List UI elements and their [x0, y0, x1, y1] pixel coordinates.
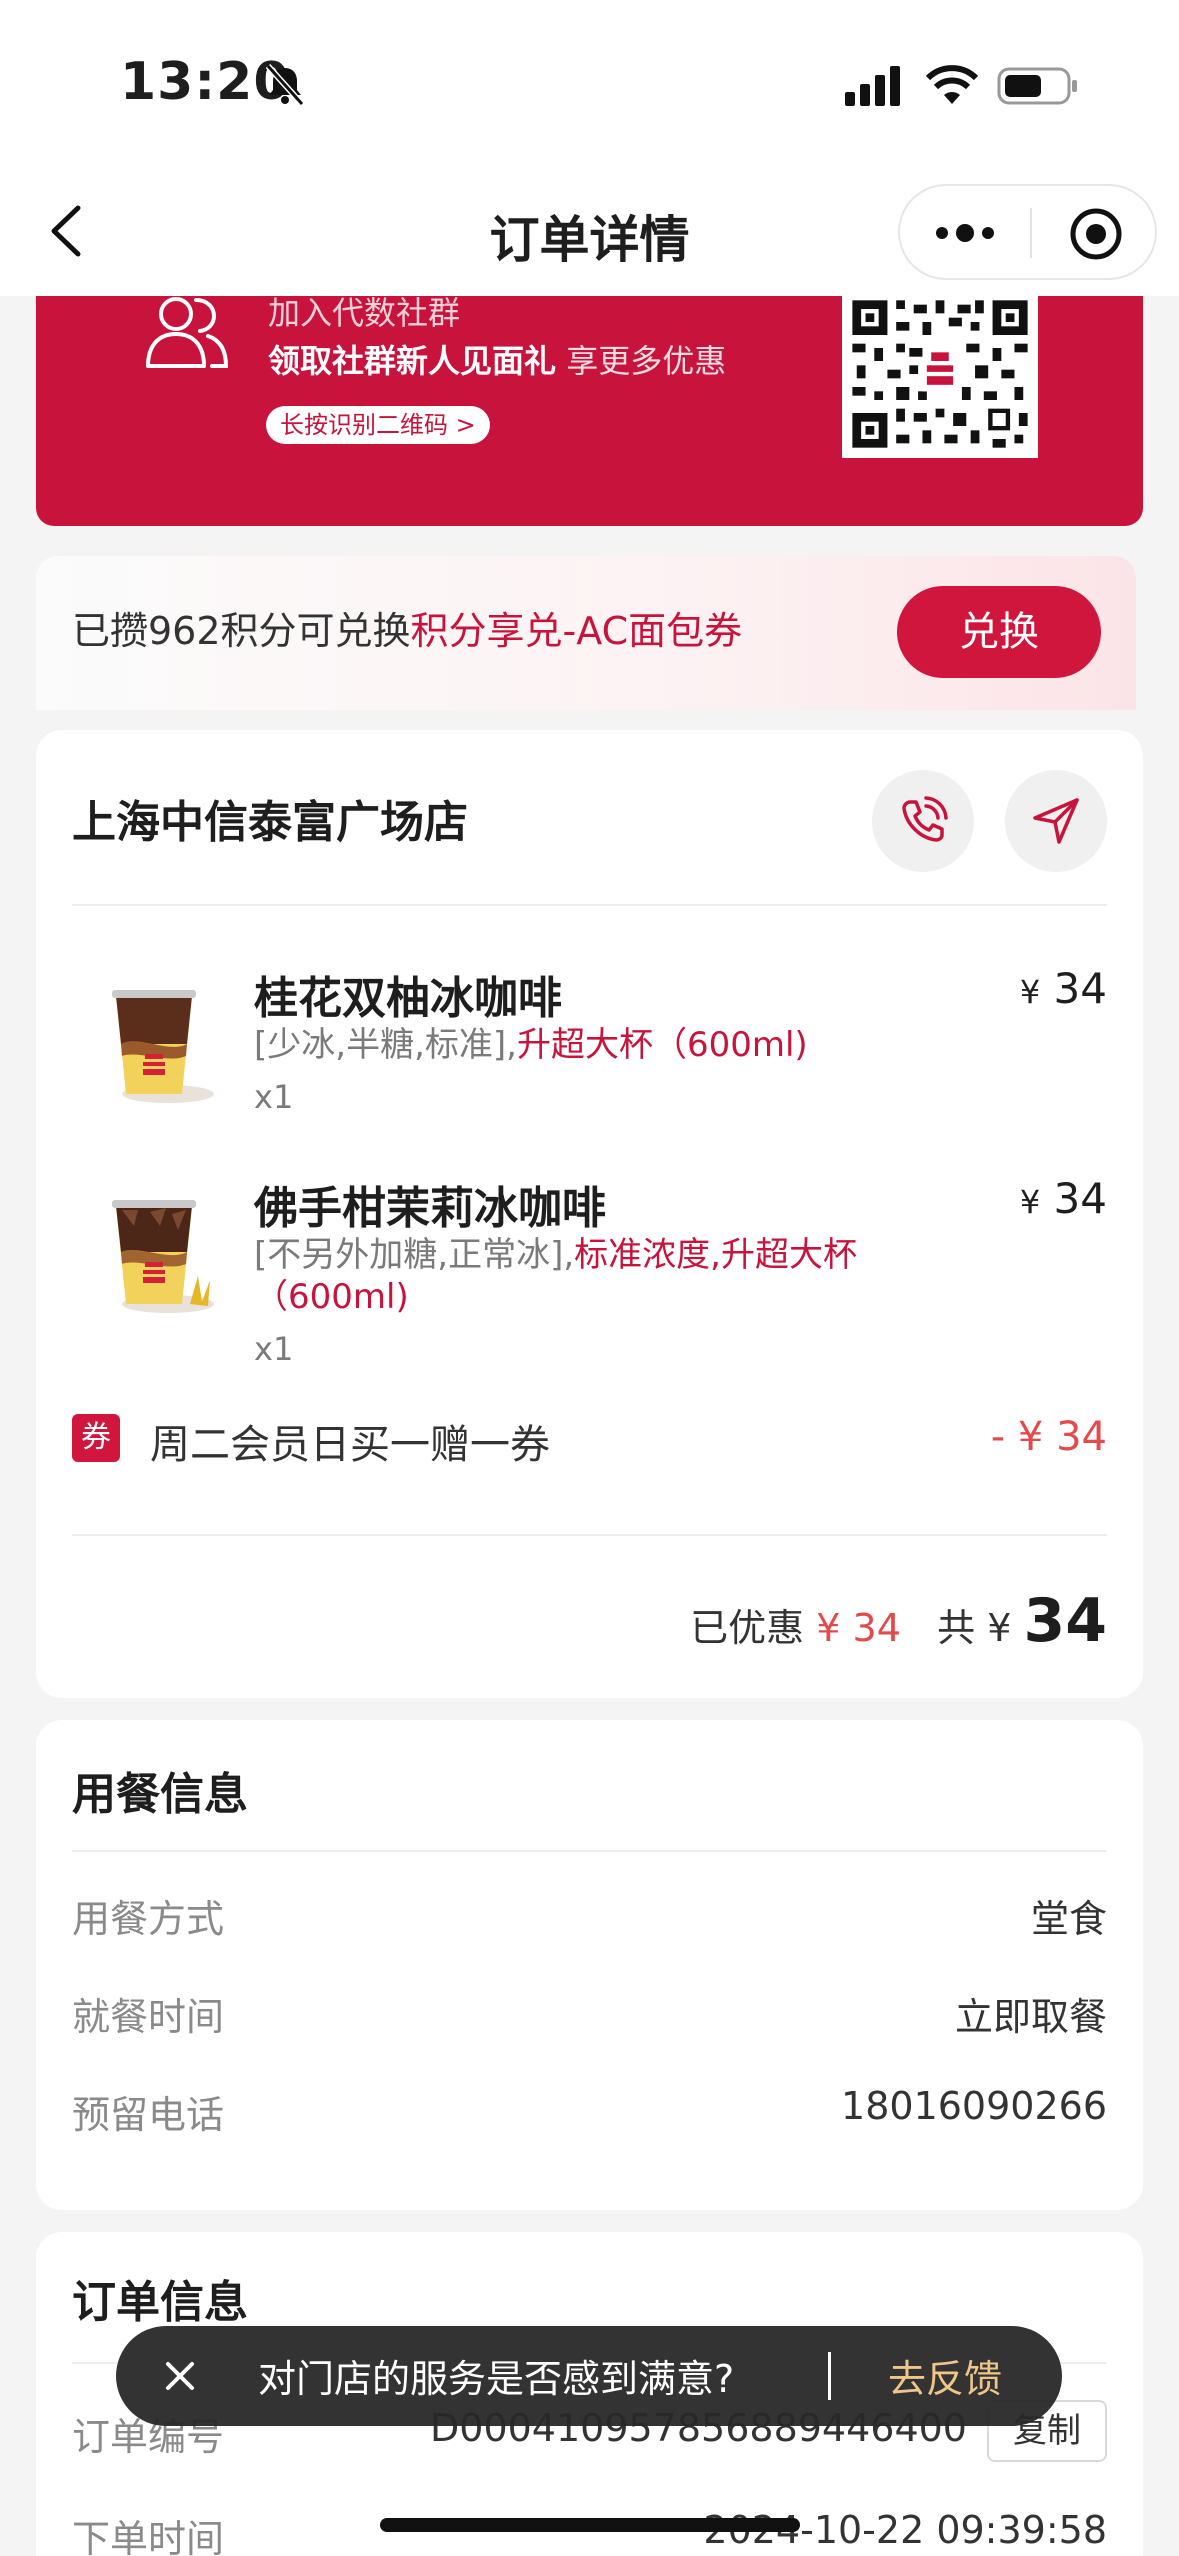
- points-text: 已攒962积分可兑换积分享兑-AC面包券: [72, 600, 742, 655]
- close-target-icon[interactable]: [1068, 206, 1124, 262]
- item-spec-upgrade: 升超大杯（600ml): [516, 1025, 808, 1065]
- item-price-value: 34: [1053, 964, 1107, 1013]
- call-store-button[interactable]: [872, 770, 974, 872]
- order-time-label: 下单时间: [72, 2517, 225, 2556]
- coupon-amount: - ¥ 34: [990, 1414, 1107, 1460]
- coupon-name: 周二会员日买一赠一券: [150, 1422, 550, 1468]
- item-quantity: x1: [254, 1078, 294, 1116]
- divider: [72, 1534, 1107, 1536]
- order-item: 桂花双柚冰咖啡 ¥ 34 [少冰,半糖,标准],升超大杯（600ml) x1: [36, 962, 1143, 1116]
- feedback-question: 对门店的服务是否感到满意?: [258, 2357, 735, 2401]
- points-card: 已攒962积分可兑换积分享兑-AC面包券 兑换: [36, 556, 1136, 710]
- scan-qr-button[interactable]: 长按识别二维码 >: [266, 406, 490, 444]
- redeem-button[interactable]: 兑换: [897, 586, 1101, 678]
- discount-amount: ¥ 34: [816, 1606, 901, 1650]
- nav-bar: 订单详情: [0, 170, 1179, 296]
- feedback-link[interactable]: 去反馈: [888, 2348, 1002, 2403]
- item-quantity: x1: [254, 1330, 294, 1368]
- item-spec-options: [不另外加糖,正常冰],: [254, 1235, 575, 1275]
- wifi-icon: [925, 65, 979, 104]
- bell-muted-icon: [265, 63, 305, 107]
- dining-info-card: 用餐信息 用餐方式 堂食 就餐时间 立即取餐 预留电话 18016090266: [36, 1720, 1143, 2210]
- points-reward-link[interactable]: 积分享兑-AC面包券: [411, 609, 743, 653]
- toast-divider: [828, 2352, 831, 2400]
- coupon-tag: 券: [72, 1414, 120, 1462]
- item-spec: [少冰,半糖,标准],升超大杯（600ml): [254, 1024, 954, 1066]
- community-subtitle: 领取社群新人见面礼 享更多优惠: [268, 336, 726, 382]
- more-icon[interactable]: [930, 208, 1000, 258]
- feedback-toast: 对门店的服务是否感到满意? 去反馈: [116, 2326, 1062, 2426]
- item-currency: ¥: [1019, 1183, 1041, 1221]
- community-title: 加入代数社群: [268, 296, 461, 332]
- order-items-card: 上海中信泰富广场店 桂花双柚冰咖啡 ¥ 34 [少冰,半糖,标准],升超大杯（6…: [36, 730, 1143, 1698]
- phone-label: 预留电话: [72, 2093, 225, 2137]
- battery-icon: [997, 67, 1077, 105]
- item-currency: ¥: [1019, 973, 1041, 1011]
- qr-code[interactable]: [842, 296, 1038, 458]
- divider: [72, 904, 1107, 906]
- drink-cup-image: [112, 990, 214, 1103]
- status-bar: 13:20: [0, 0, 1179, 170]
- item-name: 桂花双柚冰咖啡: [254, 973, 562, 1024]
- item-name: 佛手柑茉莉冰咖啡: [254, 1183, 606, 1234]
- store-name: 上海中信泰富广场店: [72, 797, 468, 848]
- divider: [72, 1850, 1107, 1852]
- dining-info-title: 用餐信息: [72, 1769, 248, 1820]
- order-item: 佛手柑茉莉冰咖啡 ¥ 34 [不另外加糖,正常冰],标准浓度,升超大杯（600m…: [36, 1172, 1143, 1368]
- navigation-arrow-icon: [1033, 798, 1079, 844]
- community-banner[interactable]: 加入代数社群 领取社群新人见面礼 享更多优惠 长按识别二维码 >: [36, 296, 1143, 526]
- phone-icon: [902, 796, 948, 842]
- capsule-divider: [1030, 208, 1032, 258]
- drink-cup-image: [112, 1200, 214, 1313]
- dining-mode-value: 堂食: [1030, 1897, 1107, 1941]
- cellular-signal-icon: [845, 66, 900, 106]
- phone-value: 18016090266: [841, 2084, 1107, 2128]
- pickup-time-label: 就餐时间: [72, 1995, 225, 2039]
- total-label: 共 ¥: [937, 1606, 1012, 1650]
- item-price: ¥ 34: [1020, 964, 1107, 1013]
- discount-label: 已优惠: [690, 1606, 805, 1650]
- dining-mode-label: 用餐方式: [72, 1897, 225, 1941]
- item-spec-options: [少冰,半糖,标准],: [254, 1025, 517, 1065]
- navigate-store-button[interactable]: [1005, 770, 1107, 872]
- order-total: 已优惠 ¥ 34 共 ¥ 34: [690, 1586, 1107, 1656]
- home-indicator: [380, 2518, 800, 2532]
- item-price-value: 34: [1053, 1174, 1107, 1223]
- order-info-title: 订单信息: [72, 2277, 248, 2328]
- total-amount: 34: [1023, 1586, 1108, 1656]
- item-spec: [不另外加糖,正常冰],标准浓度,升超大杯（600ml): [254, 1234, 914, 1318]
- points-balance-text: 已攒962积分可兑换: [72, 609, 411, 653]
- item-price: ¥ 34: [1020, 1174, 1107, 1223]
- community-subtitle-bold: 领取社群新人见面礼: [268, 342, 557, 380]
- miniprogram-capsule: [898, 184, 1157, 280]
- pickup-time-value: 立即取餐: [954, 1995, 1107, 2039]
- group-icon: [146, 297, 229, 368]
- community-subtitle-rest: 享更多优惠: [556, 342, 727, 380]
- close-icon[interactable]: [160, 2356, 200, 2396]
